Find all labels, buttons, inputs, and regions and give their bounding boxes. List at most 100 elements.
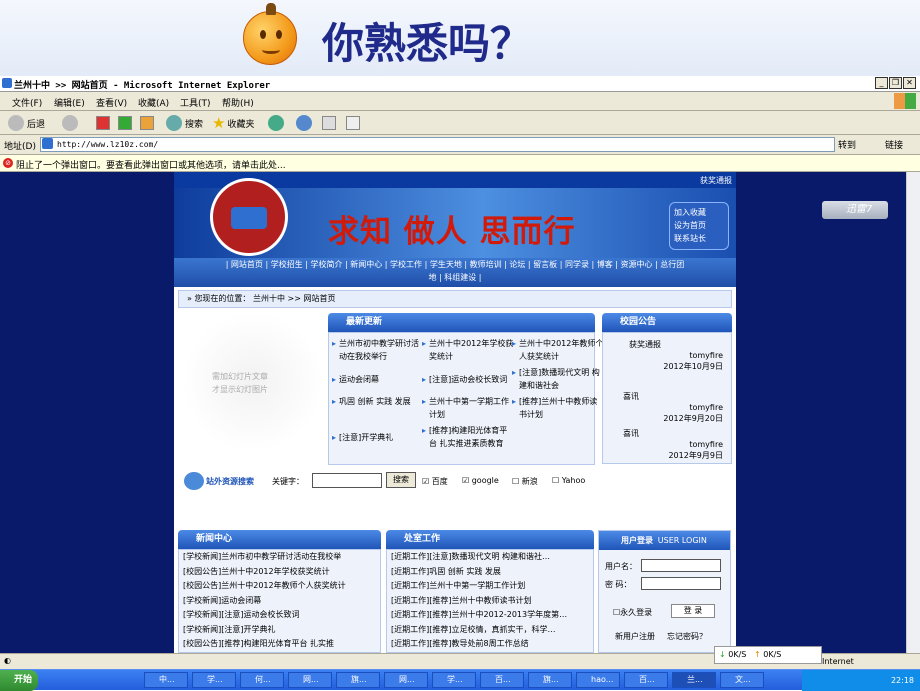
links-button[interactable]: 链接 bbox=[885, 138, 903, 151]
latest-item[interactable]: [注意]运动会校长致词 bbox=[422, 373, 515, 386]
history-button[interactable] bbox=[268, 114, 287, 132]
latest-item[interactable]: [推荐]构建阳光体育平台 扎实推进素质教育 bbox=[422, 424, 515, 450]
username-input[interactable] bbox=[641, 559, 721, 572]
menu-view[interactable]: 查看(V) bbox=[96, 96, 127, 109]
notice-header: 校园公告 bbox=[602, 313, 732, 332]
download-speed-widget: ↓ 0K/S ↑ 0K/S bbox=[714, 646, 822, 664]
forgot-password-link[interactable]: 忘记密码？ bbox=[667, 631, 707, 642]
print-button[interactable] bbox=[322, 114, 339, 132]
taskbar: 开始 中... 学... 何... 网... 旗... 网... 学... 百.… bbox=[0, 669, 920, 691]
back-button[interactable]: 后退 bbox=[8, 114, 45, 132]
taskbar-item[interactable]: 旗... bbox=[336, 672, 380, 688]
slide-header: 你熟悉吗？ bbox=[0, 0, 920, 76]
news-item[interactable]: [学校新闻][注意]开学典礼 bbox=[179, 623, 380, 638]
taskbar-item[interactable]: 学... bbox=[432, 672, 476, 688]
taskbar-item[interactable]: 兰... bbox=[672, 672, 716, 688]
start-button[interactable]: 开始 bbox=[0, 670, 38, 691]
refresh-button[interactable] bbox=[118, 114, 135, 132]
restore-button[interactable]: ❐ bbox=[889, 77, 902, 89]
work-item[interactable]: [近期工作][推荐]兰州十中教师读书计划 bbox=[387, 594, 593, 609]
taskbar-item[interactable]: 文... bbox=[720, 672, 764, 688]
taskbar-item[interactable]: 网... bbox=[384, 672, 428, 688]
register-link[interactable]: 新用户注册 bbox=[615, 631, 655, 642]
go-button[interactable]: 转到 bbox=[838, 138, 856, 151]
zone-text: Internet bbox=[822, 657, 854, 666]
notice-item[interactable]: 喜讯 tomyfire 2012年9月9日 bbox=[607, 428, 727, 461]
engine-google[interactable]: ☑ google bbox=[462, 476, 499, 485]
taskbar-item[interactable]: 学... bbox=[192, 672, 236, 688]
remember-checkbox[interactable]: ☐永久登录 bbox=[613, 607, 652, 618]
set-homepage-link[interactable]: 设为首页 bbox=[674, 219, 724, 232]
password-input[interactable] bbox=[641, 577, 721, 590]
taskbar-item[interactable]: 网... bbox=[288, 672, 332, 688]
latest-item[interactable]: [注意]开学典礼 bbox=[332, 431, 425, 444]
taskbar-item[interactable]: 百... bbox=[624, 672, 668, 688]
menu-file[interactable]: 文件(F) bbox=[12, 96, 42, 109]
menu-tools[interactable]: 工具(T) bbox=[180, 96, 211, 109]
login-button[interactable]: 登 录 bbox=[671, 604, 715, 618]
work-item[interactable]: [近期工作][注意]数播现代文明 构建和谐社… bbox=[387, 550, 593, 565]
notice-item[interactable]: 获奖通报 tomyfire 2012年10月9日 bbox=[607, 339, 727, 372]
site-banner: 获奖通报 求知 做人 思而行 加入收藏 设为首页 联系站长 bbox=[174, 172, 736, 258]
latest-item[interactable]: [推荐]兰州十中教师读书计划 bbox=[512, 395, 605, 421]
work-item[interactable]: [近期工作][推荐]立足校情，真抓实干，科学… bbox=[387, 623, 593, 638]
add-favorite-link[interactable]: 加入收藏 bbox=[674, 206, 724, 219]
news-item[interactable]: [学校新闻]运动会闭幕 bbox=[179, 594, 380, 609]
home-icon bbox=[140, 116, 154, 130]
mail-button[interactable] bbox=[296, 114, 315, 132]
popup-blocker-bar[interactable]: ⊘ 阻止了一个弹出窗口。要查看此弹出窗口或其他选项，请单击此处... bbox=[0, 155, 920, 172]
news-item[interactable]: [校园公告]兰州十中2012年学校获奖统计 bbox=[179, 565, 380, 580]
latest-panel: 兰州市初中教学研讨活动在我校举行 兰州十中2012年学校获奖统计 兰州十中201… bbox=[328, 332, 603, 465]
print-icon bbox=[322, 116, 336, 130]
work-item[interactable]: [近期工作]巩固 创新 实践 发展 bbox=[387, 565, 593, 580]
minimize-button[interactable]: _ bbox=[875, 77, 888, 89]
latest-item[interactable]: 运动会闭幕 bbox=[332, 373, 425, 386]
address-input[interactable]: http://www.lz10z.com/ bbox=[40, 137, 835, 152]
menu-edit[interactable]: 编辑(E) bbox=[54, 96, 85, 109]
latest-item[interactable]: 兰州十中2012年学校获奖统计 bbox=[422, 337, 515, 363]
school-logo bbox=[210, 178, 288, 256]
work-item[interactable]: [近期工作][推荐]教导处前8周工作总结 bbox=[387, 637, 593, 652]
stop-button[interactable] bbox=[96, 114, 113, 132]
xunlei-badge[interactable]: 迅雷7 bbox=[822, 201, 888, 219]
menu-favorites[interactable]: 收藏(A) bbox=[138, 96, 169, 109]
search-button[interactable]: 搜索 bbox=[166, 114, 203, 132]
vertical-scrollbar[interactable] bbox=[906, 172, 920, 653]
latest-item[interactable]: 兰州十中第一学期工作计划 bbox=[422, 395, 515, 421]
popup-blocker-text: 阻止了一个弹出窗口。要查看此弹出窗口或其他选项，请单击此处... bbox=[16, 161, 286, 171]
search-submit-button[interactable]: 搜索 bbox=[386, 472, 416, 488]
forward-button[interactable] bbox=[62, 114, 81, 132]
latest-item[interactable]: [注意]数播现代文明 构建和谐社会 bbox=[512, 366, 605, 392]
nav-line-1[interactable]: | 网站首页 | 学校招生 | 学校简介 | 新闻中心 | 学校工作 | 学生天… bbox=[174, 258, 736, 271]
notice-item[interactable]: 喜讯 tomyfire 2012年9月20日 bbox=[607, 391, 727, 424]
taskbar-item[interactable]: 百... bbox=[480, 672, 524, 688]
news-item[interactable]: [学校新闻]兰州市初中教学研讨活动在我校举 bbox=[179, 550, 380, 565]
top-award-link[interactable]: 获奖通报 bbox=[700, 175, 732, 186]
smiley-icon bbox=[243, 3, 297, 65]
edit-button[interactable] bbox=[346, 114, 363, 132]
work-item[interactable]: [近期工作]兰州十中第一学期工作计划 bbox=[387, 579, 593, 594]
news-item[interactable]: [校园公告][推荐]构建阳光体育平台 扎实推 bbox=[179, 637, 380, 652]
clock[interactable]: 22:18 bbox=[891, 676, 914, 685]
contact-admin-link[interactable]: 联系站长 bbox=[674, 232, 724, 245]
work-item[interactable]: [近期工作][推荐]兰州十中2012-2013学年度第… bbox=[387, 608, 593, 623]
home-button[interactable] bbox=[140, 114, 157, 132]
engine-yahoo[interactable]: ☐ Yahoo bbox=[552, 476, 585, 485]
taskbar-item[interactable]: 何... bbox=[240, 672, 284, 688]
latest-item[interactable]: 兰州十中2012年教师个人获奖统计 bbox=[512, 337, 605, 363]
close-button[interactable]: ✕ bbox=[903, 77, 916, 89]
latest-item[interactable]: 兰州市初中教学研讨活动在我校举行 bbox=[332, 337, 425, 363]
taskbar-item[interactable]: 旗... bbox=[528, 672, 572, 688]
latest-item[interactable]: 巩固 创新 实践 发展 bbox=[332, 395, 425, 408]
taskbar-item[interactable]: hao... bbox=[576, 672, 620, 688]
news-item[interactable]: [校园公告]兰州十中2012年教师个人获奖统计 bbox=[179, 579, 380, 594]
menu-help[interactable]: 帮助(H) bbox=[222, 96, 254, 109]
nav-line-2[interactable]: 地 | 科组建设 | bbox=[174, 271, 736, 284]
engine-baidu[interactable]: ☑ 百度 bbox=[422, 476, 448, 487]
ie-icon bbox=[2, 78, 12, 88]
keyword-input[interactable] bbox=[312, 473, 382, 488]
taskbar-item[interactable]: 中... bbox=[144, 672, 188, 688]
favorites-button[interactable]: ★ 收藏夹 bbox=[212, 114, 254, 132]
engine-sina[interactable]: ☐ 新浪 bbox=[512, 476, 538, 487]
news-item[interactable]: [学校新闻][注意]运动会校长致词 bbox=[179, 608, 380, 623]
